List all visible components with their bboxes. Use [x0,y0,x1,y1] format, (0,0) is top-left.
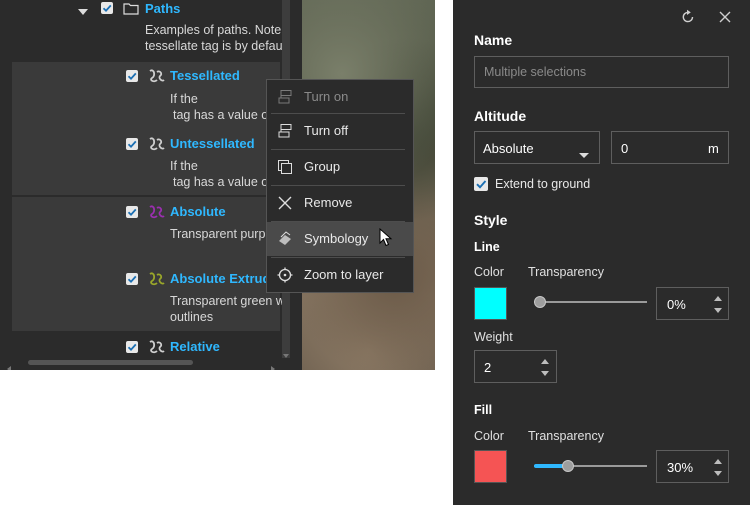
layer-context-menu: Turn on Turn off Group Remove Symbology [266,79,414,293]
line-color-label: Color [474,265,504,279]
extend-to-ground-label: Extend to ground [495,177,591,191]
name-placeholder: Multiple selections [484,65,587,79]
altitude-heading: Altitude [474,108,527,124]
line-heading: Line [474,240,500,254]
menu-item-label: Remove [304,195,353,210]
layer-checkbox[interactable] [126,138,138,150]
line-transparency-label: Transparency [528,265,604,279]
fill-transparency-value: 30% [667,460,694,475]
layer-description-line: tag has a value o [173,108,269,122]
horizontal-scrollbar-thumb[interactable] [28,360,193,365]
layer-name[interactable]: Tessellated [170,68,240,83]
scroll-down-arrow-icon[interactable] [283,346,289,358]
folder-name[interactable]: Paths [145,1,180,16]
layer-checkbox[interactable] [126,70,138,82]
scroll-left-arrow-icon[interactable] [6,359,12,370]
reset-icon[interactable] [680,9,696,25]
folder-icon [123,2,139,15]
fill-heading: Fill [474,403,493,417]
altitude-value-input[interactable]: 0 m [611,131,729,164]
layer-on-icon [277,89,293,105]
close-icon [277,195,293,211]
path-icon [148,271,166,287]
line-transparency-value: 0% [667,297,686,312]
line-transparency-slider[interactable] [530,292,647,312]
altitude-mode-select[interactable]: Absolute [474,131,600,164]
layer-checkbox[interactable] [126,341,138,353]
layer-description-line: outlines [170,310,214,324]
stepper-arrows-icon[interactable] [714,295,722,315]
layer-checkbox[interactable] [126,273,138,285]
symbology-icon [277,231,293,247]
menu-item-label: Group [304,159,341,174]
menu-item-label: Zoom to layer [304,267,384,282]
folder-description-line: Examples of paths. Note [145,23,282,37]
line-weight-input[interactable]: 2 [474,350,557,383]
line-weight-value: 2 [484,360,492,375]
stepper-arrows-icon[interactable] [541,358,549,378]
name-input[interactable]: Multiple selections [474,56,729,88]
selection-highlight [12,197,280,331]
slider-thumb[interactable] [534,296,546,308]
menu-item-label: Turn off [304,123,349,138]
menu-item-label: Symbology [304,231,369,246]
menu-item-symbology[interactable]: Symbology [267,222,413,256]
menu-item-turn-on[interactable]: Turn on [267,80,413,114]
menu-item-group[interactable]: Group [267,150,413,184]
layer-name[interactable]: Untessellated [170,136,255,151]
layer-name[interactable]: Absolute [170,204,226,219]
layer-name[interactable]: Absolute Extrude [170,271,278,286]
path-icon [148,136,166,152]
layer-description-line: If the [170,92,198,106]
collapse-caret-icon[interactable] [78,3,88,15]
fill-color-label: Color [474,429,504,443]
path-icon [148,339,166,355]
line-color-swatch[interactable] [474,287,507,320]
path-icon [148,204,166,220]
layer-checkbox[interactable] [126,206,138,218]
folder-description-line: tessellate tag is by defau [145,39,283,53]
menu-item-label: Turn on [304,89,349,104]
altitude-unit: m [708,141,719,156]
path-icon [148,68,166,84]
layer-name[interactable]: Relative [170,339,220,354]
style-heading: Style [474,212,508,228]
menu-item-zoom-to-layer[interactable]: Zoom to layer [267,258,413,292]
altitude-mode-value: Absolute [483,141,534,156]
menu-item-remove[interactable]: Remove [267,186,413,220]
fill-transparency-slider[interactable] [530,456,647,476]
layer-description-line: Transparent purp [170,227,266,241]
layer-off-icon [277,123,293,139]
fill-transparency-label: Transparency [528,429,604,443]
slider-track [534,301,647,303]
altitude-value: 0 [621,141,629,156]
group-icon [277,159,293,175]
extend-to-ground-checkbox[interactable] [474,177,488,191]
folder-checkbox[interactable] [101,2,113,14]
layer-description-line: If the [170,159,198,173]
name-heading: Name [474,32,513,48]
fill-color-swatch[interactable] [474,450,507,483]
line-weight-label: Weight [474,330,513,344]
close-icon[interactable] [718,10,732,24]
layer-description-line: tag has a value o [173,175,269,189]
scroll-right-arrow-icon[interactable] [270,359,276,370]
mouse-pointer-icon [379,227,393,248]
fill-transparency-input[interactable]: 30% [656,450,729,483]
slider-thumb[interactable] [561,460,574,472]
properties-panel: Name Multiple selections Altitude Absolu… [453,0,750,505]
zoom-to-layer-icon [277,267,293,283]
stepper-arrows-icon[interactable] [714,458,722,478]
menu-item-turn-off[interactable]: Turn off [267,114,413,148]
chevron-down-icon [579,146,589,158]
line-transparency-input[interactable]: 0% [656,287,729,320]
layer-list-panel: Paths Examples of paths. Note tessellate… [0,0,302,370]
layer-description-line: Transparent green w [170,294,285,308]
